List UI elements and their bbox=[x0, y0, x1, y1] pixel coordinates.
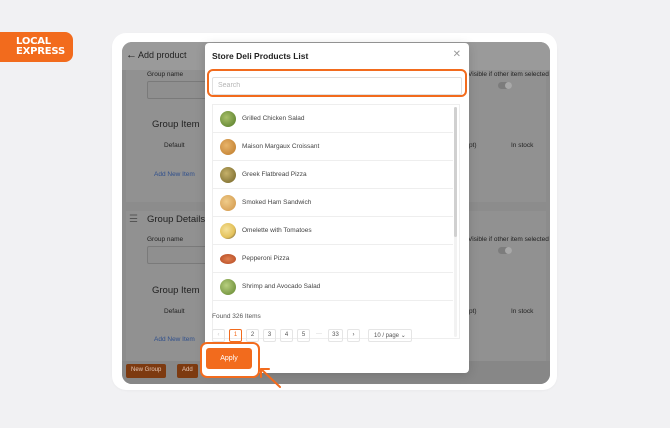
local-express-logo: LOCAL EXPRESS bbox=[0, 32, 73, 62]
add-new-item-link[interactable]: Add New Item bbox=[154, 336, 195, 343]
prev-page-button[interactable]: ‹ bbox=[212, 329, 225, 342]
apply-button[interactable]: Apply bbox=[206, 348, 252, 369]
default-label: Default bbox=[164, 142, 185, 149]
product-name: Pepperoni Pizza bbox=[242, 255, 290, 262]
page-button-2[interactable]: 2 bbox=[246, 329, 259, 342]
per-page-select[interactable]: 10 / page ⌄ bbox=[368, 329, 412, 342]
logo-line-2: EXPRESS bbox=[16, 46, 65, 57]
found-count: Found 326 Items bbox=[212, 313, 261, 320]
page-title: Add product bbox=[138, 50, 187, 60]
group-item-heading: Group Item bbox=[152, 119, 200, 130]
close-icon[interactable]: ✕ bbox=[453, 49, 461, 60]
page-ellipsis[interactable]: ··· bbox=[314, 329, 324, 342]
product-thumbnail bbox=[220, 278, 236, 295]
list-item[interactable]: Grilled Chicken Salad bbox=[213, 105, 453, 133]
product-name: Shrimp and Avocado Salad bbox=[242, 283, 321, 290]
group-details-heading: Group Details bbox=[147, 214, 206, 225]
search-input[interactable] bbox=[212, 76, 462, 95]
arrow-left-icon[interactable]: ← bbox=[126, 49, 137, 61]
option-label: pt) bbox=[469, 142, 477, 149]
product-thumbnail bbox=[220, 110, 236, 127]
product-name: Maison Margaux Croissant bbox=[242, 143, 320, 150]
page-button-last[interactable]: 33 bbox=[328, 329, 343, 342]
group-name-input[interactable] bbox=[147, 81, 207, 99]
next-page-button[interactable]: › bbox=[347, 329, 360, 342]
page-button-3[interactable]: 3 bbox=[263, 329, 276, 342]
product-thumbnail bbox=[220, 138, 236, 155]
option-label: pt) bbox=[469, 308, 477, 315]
visible-toggle[interactable] bbox=[498, 247, 512, 254]
search-highlight bbox=[207, 69, 467, 97]
group-item-heading: Group Item bbox=[152, 285, 200, 296]
add-new-item-link[interactable]: Add New Item bbox=[154, 171, 195, 178]
pagination: ‹ 1 2 3 4 5 ··· 33 › 10 / page ⌄ bbox=[212, 329, 412, 342]
in-stock-label: In stock bbox=[511, 142, 534, 149]
page-button-5[interactable]: 5 bbox=[297, 329, 310, 342]
list-scrollbar[interactable] bbox=[454, 107, 457, 337]
new-group-button[interactable]: New Group bbox=[126, 364, 167, 378]
scrollbar-thumb[interactable] bbox=[454, 107, 457, 237]
list-item[interactable]: Shrimp and Avocado Salad bbox=[213, 273, 453, 301]
list-item[interactable]: Omelette with Tomatoes bbox=[213, 217, 453, 245]
default-label: Default bbox=[164, 308, 185, 315]
product-name: Grilled Chicken Salad bbox=[242, 115, 305, 122]
products-modal: Store Deli Products List ✕ Grilled Chick… bbox=[205, 43, 469, 373]
group-name-input[interactable] bbox=[147, 246, 207, 264]
page-button-4[interactable]: 4 bbox=[280, 329, 293, 342]
page-button-1[interactable]: 1 bbox=[229, 329, 242, 342]
product-list: Grilled Chicken Salad Maison Margaux Cro… bbox=[212, 104, 460, 339]
product-thumbnail bbox=[220, 166, 236, 183]
list-item[interactable]: Pepperoni Pizza bbox=[213, 245, 453, 273]
add-button[interactable]: Add bbox=[177, 364, 198, 378]
product-name: Omelette with Tomatoes bbox=[242, 227, 312, 234]
visible-if-label: Visible if other item selected bbox=[468, 236, 549, 243]
list-item[interactable]: Maison Margaux Croissant bbox=[213, 133, 453, 161]
product-thumbnail bbox=[220, 194, 236, 211]
list-item[interactable]: Greek Flatbread Pizza bbox=[213, 161, 453, 189]
modal-title: Store Deli Products List bbox=[212, 51, 309, 61]
product-name: Greek Flatbread Pizza bbox=[242, 171, 307, 178]
drag-handle-icon[interactable]: ☰ bbox=[129, 214, 138, 225]
pointer-arrow-icon bbox=[260, 368, 281, 388]
list-item[interactable]: Smoked Ham Sandwich bbox=[213, 189, 453, 217]
visible-if-label: Visible if other item selected bbox=[468, 71, 549, 78]
in-stock-label: In stock bbox=[511, 308, 534, 315]
group-name-label: Group name bbox=[147, 71, 184, 78]
product-name: Smoked Ham Sandwich bbox=[242, 199, 312, 206]
product-thumbnail bbox=[220, 253, 236, 264]
visible-toggle[interactable] bbox=[498, 82, 512, 89]
product-thumbnail bbox=[220, 222, 236, 239]
group-name-label: Group name bbox=[147, 236, 184, 243]
